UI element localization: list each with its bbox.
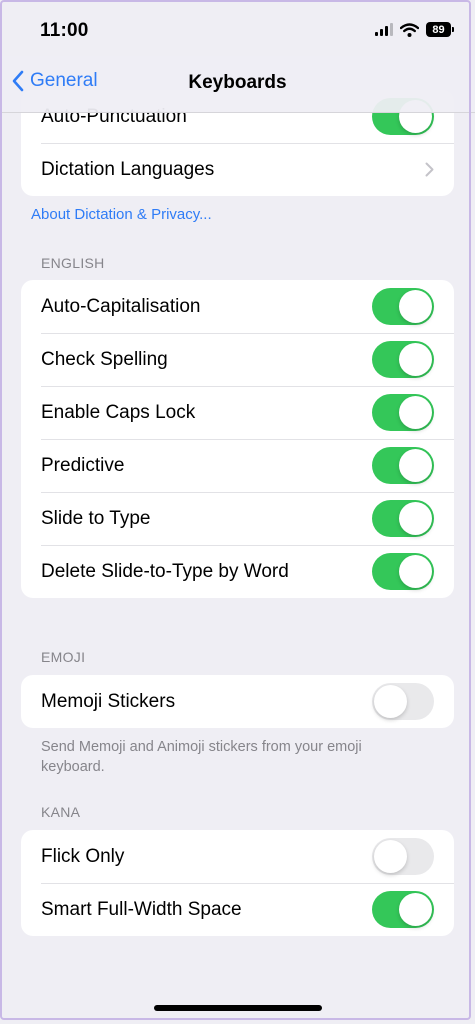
row-label: Check Spelling: [41, 348, 168, 370]
auto-capitalisation-toggle[interactable]: [372, 288, 434, 325]
row-label: Predictive: [41, 454, 125, 476]
toggle-knob: [399, 502, 432, 535]
row-flick-only: Flick Only: [21, 830, 454, 883]
row-enable-caps-lock: Enable Caps Lock: [21, 386, 454, 439]
toggle-knob: [399, 290, 432, 323]
home-indicator[interactable]: [154, 1005, 322, 1011]
row-label: Memoji Stickers: [41, 690, 176, 712]
status-bar: 11:00 89: [0, 0, 475, 56]
slide-to-type-toggle[interactable]: [372, 500, 434, 537]
row-label: Flick Only: [41, 845, 125, 867]
enable-caps-lock-toggle[interactable]: [372, 394, 434, 431]
toggle-knob: [399, 893, 432, 926]
english-group: Auto-Capitalisation Check Spelling Enabl…: [21, 280, 454, 598]
row-slide-to-type: Slide to Type: [21, 492, 454, 545]
page-title: Keyboards: [188, 72, 287, 93]
row-label: Slide to Type: [41, 507, 151, 529]
section-header-english: ENGLISH: [41, 255, 105, 271]
row-predictive: Predictive: [21, 439, 454, 492]
row-label: Auto-Capitalisation: [41, 295, 201, 317]
emoji-footnote: Send Memoji and Animoji stickers from yo…: [41, 739, 362, 775]
row-label: Delete Slide-to-Type by Word: [41, 560, 289, 582]
wifi-icon: [400, 22, 419, 37]
check-spelling-toggle[interactable]: [372, 341, 434, 378]
status-time: 11:00: [40, 20, 89, 41]
emoji-group: Memoji Stickers: [21, 675, 454, 728]
row-check-spelling: Check Spelling: [21, 333, 454, 386]
about-dictation-privacy-link[interactable]: About Dictation & Privacy...: [31, 206, 212, 223]
toggle-knob: [374, 685, 407, 718]
row-smart-full-width-space: Smart Full-Width Space: [21, 883, 454, 936]
toggle-knob: [399, 555, 432, 588]
section-header-kana: KANA: [41, 804, 81, 820]
row-label: Dictation Languages: [41, 158, 215, 180]
section-header-emoji: EMOJI: [41, 649, 86, 665]
delete-slide-to-type-toggle[interactable]: [372, 553, 434, 590]
toggle-knob: [399, 343, 432, 376]
toggle-knob: [399, 396, 432, 429]
battery-icon: 89: [426, 22, 454, 37]
status-icons: 89: [375, 22, 454, 37]
row-memoji-stickers: Memoji Stickers: [21, 675, 454, 728]
row-dictation-languages[interactable]: Dictation Languages: [21, 143, 454, 196]
row-label: Enable Caps Lock: [41, 401, 196, 423]
toggle-knob: [374, 840, 407, 873]
cellular-signal-icon: [375, 23, 393, 36]
row-label: Smart Full-Width Space: [41, 898, 242, 920]
toggle-knob: [399, 449, 432, 482]
row-delete-slide-to-type-by-word: Delete Slide-to-Type by Word: [21, 545, 454, 598]
predictive-toggle[interactable]: [372, 447, 434, 484]
navigation-bar: General Keyboards: [0, 56, 475, 113]
smart-full-width-space-toggle[interactable]: [372, 891, 434, 928]
kana-group: Flick Only Smart Full-Width Space: [21, 830, 454, 936]
memoji-stickers-toggle[interactable]: [372, 683, 434, 720]
flick-only-toggle[interactable]: [372, 838, 434, 875]
chevron-right-icon: [425, 162, 434, 177]
row-auto-capitalisation: Auto-Capitalisation: [21, 280, 454, 333]
